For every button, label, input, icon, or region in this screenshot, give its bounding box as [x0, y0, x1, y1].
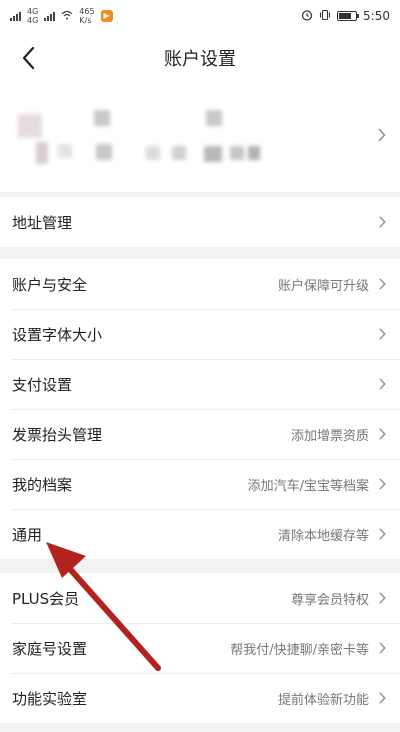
- chevron-right-icon: [379, 278, 386, 290]
- row-value: 清除本地缓存等: [277, 528, 369, 544]
- blurred-info: [146, 146, 160, 160]
- row-right: 添加汽车/宝宝等档案: [248, 475, 386, 494]
- settings-group-3: PLUS会员 尊享会员特权 家庭号设置 帮我付/快捷聊/亲密卡等 功能实验室 提…: [0, 573, 400, 723]
- network-speed: 465 K/s: [79, 7, 95, 25]
- row-right: 尊享会员特权: [291, 589, 386, 608]
- blurred-info: [58, 144, 72, 158]
- row-label: 家庭号设置: [12, 639, 88, 658]
- battery-icon: [337, 11, 360, 21]
- row-font-size[interactable]: 设置字体大小: [0, 309, 400, 359]
- wifi-icon: [61, 10, 73, 23]
- row-address-management[interactable]: 地址管理: [0, 197, 400, 247]
- chevron-right-icon: [379, 528, 386, 540]
- status-bar: 4G 4G 465 K/s ▶ 5:50: [0, 0, 400, 32]
- row-label: 我的档案: [12, 475, 73, 494]
- row-my-profile[interactable]: 我的档案 添加汽车/宝宝等档案: [0, 459, 400, 509]
- chevron-right-icon: [379, 642, 386, 654]
- status-left: 4G 4G 465 K/s ▶: [10, 7, 113, 25]
- app-notification-icon: ▶: [100, 10, 113, 22]
- back-button[interactable]: [18, 44, 42, 72]
- alarm-icon: [301, 9, 313, 24]
- blurred-info: [206, 110, 222, 126]
- blurred-info: [36, 142, 48, 164]
- row-label: 支付设置: [12, 375, 73, 394]
- chevron-left-icon: [22, 46, 35, 70]
- row-label: PLUS会员: [12, 589, 80, 608]
- row-label: 账户与安全: [12, 275, 88, 294]
- row-right: [379, 216, 386, 228]
- row-label: 发票抬头管理: [12, 425, 103, 444]
- row-label: 地址管理: [12, 213, 73, 232]
- row-value: 帮我付/快捷聊/亲密卡等: [230, 642, 369, 658]
- nav-bar: 账户设置: [0, 32, 400, 84]
- page-title: 账户设置: [164, 49, 236, 70]
- row-value: 尊享会员特权: [290, 592, 369, 608]
- chevron-right-icon: [379, 216, 386, 228]
- chevron-right-icon: [379, 378, 386, 390]
- blurred-info: [230, 146, 244, 160]
- network-type: 4G 4G: [27, 7, 39, 25]
- blurred-info: [94, 110, 110, 126]
- chevron-right-icon: [378, 128, 386, 142]
- row-label: 功能实验室: [12, 689, 88, 708]
- chevron-right-icon: [379, 328, 386, 340]
- row-invoice-header[interactable]: 发票抬头管理 添加增票资质: [0, 409, 400, 459]
- row-value: 提前体验新功能: [277, 692, 369, 708]
- status-right: 5:50: [301, 9, 390, 24]
- row-family-account[interactable]: 家庭号设置 帮我付/快捷聊/亲密卡等: [0, 623, 400, 673]
- row-value: 添加增票资质: [290, 428, 369, 444]
- blurred-info: [204, 146, 222, 162]
- settings-group-1: 地址管理: [0, 197, 400, 247]
- profile-card[interactable]: [0, 84, 400, 192]
- row-right: [379, 328, 386, 340]
- row-plus-member[interactable]: PLUS会员 尊享会员特权: [0, 573, 400, 623]
- row-right: 提前体验新功能: [278, 689, 386, 708]
- status-time: 5:50: [363, 9, 390, 23]
- row-right: 帮我付/快捷聊/亲密卡等: [230, 639, 386, 658]
- blurred-info: [172, 146, 186, 160]
- blurred-info: [248, 146, 260, 160]
- row-right: 添加增票资质: [291, 425, 386, 444]
- row-label: 设置字体大小: [12, 325, 103, 344]
- row-right: [379, 378, 386, 390]
- chevron-right-icon: [379, 692, 386, 704]
- chevron-right-icon: [379, 592, 386, 604]
- row-value: 账户保障可升级: [277, 278, 369, 294]
- row-label: 通用: [12, 525, 43, 544]
- signal-icon: [10, 11, 21, 21]
- signal-icon-2: [44, 11, 56, 21]
- row-account-security[interactable]: 账户与安全 账户保障可升级: [0, 259, 400, 309]
- row-right: 清除本地缓存等: [278, 525, 386, 544]
- chevron-right-icon: [379, 428, 386, 440]
- settings-group-2: 账户与安全 账户保障可升级 设置字体大小 支付设置 发票抬头管理 添加增票资质 …: [0, 259, 400, 559]
- row-feature-lab[interactable]: 功能实验室 提前体验新功能: [0, 673, 400, 723]
- row-value: 添加汽车/宝宝等档案: [247, 478, 369, 494]
- vibrate-icon: [319, 9, 331, 24]
- avatar: [18, 114, 42, 138]
- chevron-right-icon: [379, 478, 386, 490]
- blurred-info: [96, 144, 112, 160]
- row-right: 账户保障可升级: [278, 275, 386, 294]
- row-payment-settings[interactable]: 支付设置: [0, 359, 400, 409]
- row-general[interactable]: 通用 清除本地缓存等: [0, 509, 400, 559]
